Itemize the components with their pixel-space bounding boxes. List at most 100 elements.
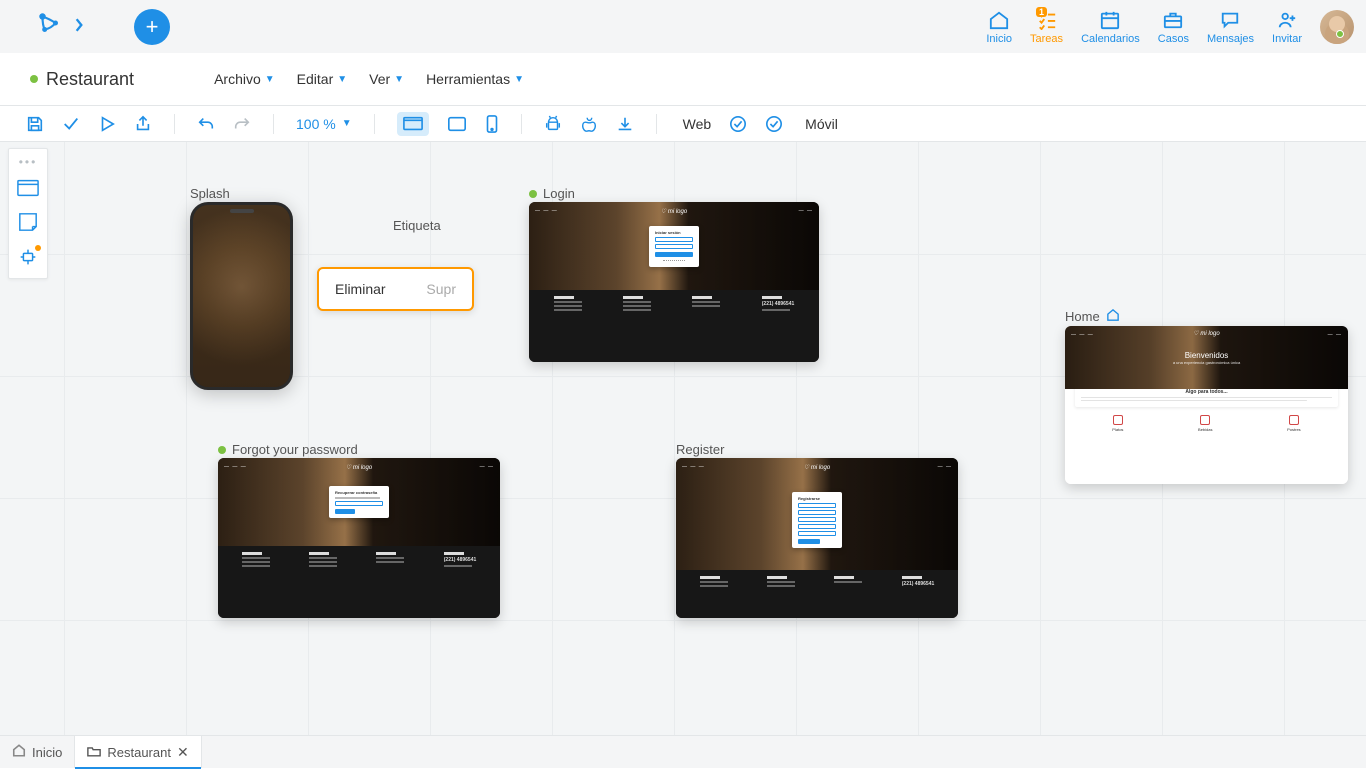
screen-label-login[interactable]: Login <box>529 186 575 201</box>
nav-invitar[interactable]: Invitar <box>1272 9 1302 45</box>
status-dot-icon <box>529 190 537 198</box>
nav-calendarios-label: Calendarios <box>1081 33 1140 45</box>
menu-bar: Archivo▼ Editar▼ Ver▼ Herramientas▼ <box>214 71 524 87</box>
nav-casos-label: Casos <box>1158 33 1189 45</box>
doc-status-dot <box>30 75 38 83</box>
app-bar: + Inicio 1 Tareas Calendarios Casos Mens… <box>0 0 1366 53</box>
palette-note-button[interactable] <box>18 212 38 237</box>
splash-preview <box>193 205 290 387</box>
home-preview: ♡ mi logo — — — — — Bienvenidos a una ex… <box>1065 326 1348 484</box>
top-nav: Inicio 1 Tareas Calendarios Casos Mensaj… <box>986 9 1354 45</box>
ctx-eliminar[interactable]: Eliminar Supr <box>319 269 472 309</box>
zoom-dropdown[interactable]: 100 %▼ <box>296 116 352 132</box>
tablet-view-button[interactable] <box>447 116 467 132</box>
zoom-value: 100 % <box>296 116 336 132</box>
separator <box>273 114 274 134</box>
web-mode-label: Web <box>683 116 712 132</box>
tab-restaurant[interactable]: Restaurant ✕ <box>75 736 201 768</box>
presence-dot <box>1336 30 1344 38</box>
ctx-eliminar-shortcut: Supr <box>426 281 456 297</box>
undo-button[interactable] <box>197 115 215 133</box>
new-button[interactable]: + <box>134 9 170 45</box>
play-button[interactable] <box>98 115 116 133</box>
menu-archivo-label: Archivo <box>214 71 261 87</box>
nav-invitar-label: Invitar <box>1272 33 1302 45</box>
palette-flow-button[interactable] <box>17 247 39 272</box>
screen-label-splash[interactable]: Splash <box>190 186 230 201</box>
tool-palette: ••• <box>8 148 48 279</box>
separator <box>374 114 375 134</box>
folder-tab-icon <box>87 745 101 760</box>
home-icon-platos: Platos <box>1112 427 1123 432</box>
nav-mensajes-label: Mensajes <box>1207 33 1254 45</box>
nav-calendarios[interactable]: Calendarios <box>1081 9 1140 45</box>
screen-label-forgot[interactable]: Forgot your password <box>218 442 358 457</box>
tab-inicio[interactable]: Inicio <box>0 736 75 768</box>
nav-inicio-label: Inicio <box>986 33 1012 45</box>
avatar-wrap[interactable] <box>1320 10 1354 44</box>
expand-sidebar-icon[interactable] <box>74 16 84 37</box>
register-label-text: Register <box>676 442 724 457</box>
save-button[interactable] <box>26 115 44 133</box>
bottom-tabs: Inicio Restaurant ✕ <box>0 735 1366 768</box>
android-button[interactable] <box>544 115 562 133</box>
login-modal-title: Iniciar sesión <box>655 230 693 235</box>
register-footer-phone: (221) 4896541 <box>902 581 935 587</box>
home-card-title: Algo para todos... <box>1081 389 1332 395</box>
tab-inicio-label: Inicio <box>32 745 62 760</box>
redo-button[interactable] <box>233 115 251 133</box>
share-button[interactable] <box>134 115 152 133</box>
nav-casos[interactable]: Casos <box>1158 9 1189 45</box>
tareas-badge: 1 <box>1036 7 1047 17</box>
home-label-text: Home <box>1065 309 1100 324</box>
doc-title[interactable]: Restaurant <box>46 69 134 90</box>
movil-check-icon[interactable] <box>765 115 783 133</box>
screen-splash[interactable] <box>190 202 293 390</box>
check-button[interactable] <box>62 115 80 133</box>
menu-herramientas[interactable]: Herramientas▼ <box>426 71 524 87</box>
login-footer-phone: (221) 4896541 <box>762 301 795 307</box>
menu-editar-label: Editar <box>297 71 334 87</box>
download-button[interactable] <box>616 115 634 133</box>
screen-label-register[interactable]: Register <box>676 442 724 457</box>
nav-tareas-label: Tareas <box>1030 33 1063 45</box>
forgot-footer-phone: (221) 4896541 <box>444 557 477 563</box>
apple-button[interactable] <box>580 115 598 133</box>
web-check-icon[interactable] <box>729 115 747 133</box>
nav-mensajes[interactable]: Mensajes <box>1207 9 1254 45</box>
menu-ver-label: Ver <box>369 71 390 87</box>
canvas[interactable]: Splash Login ♡ mi logo — — — — — Iniciar… <box>0 142 1366 735</box>
tab-close-icon[interactable]: ✕ <box>177 744 189 761</box>
screen-register[interactable]: ♡ mi logo — — — — — Registrarse (221) 48… <box>676 458 958 618</box>
screen-home[interactable]: ♡ mi logo — — — — — Bienvenidos a una ex… <box>1065 326 1348 484</box>
screen-label-home[interactable]: Home <box>1065 309 1120 324</box>
invite-icon <box>1276 9 1298 31</box>
screen-forgot[interactable]: ♡ mi logo — — — — — Recuperar contraseña… <box>218 458 500 618</box>
desktop-view-button[interactable] <box>397 112 429 136</box>
nav-tareas[interactable]: 1 Tareas <box>1030 9 1063 45</box>
chat-icon <box>1219 9 1241 31</box>
nav-inicio[interactable]: Inicio <box>986 9 1012 45</box>
home-hero-subtitle: a una experiencia gastronómica única <box>1173 360 1240 365</box>
forgot-label-text: Forgot your password <box>232 442 358 457</box>
palette-browser-button[interactable] <box>17 179 39 202</box>
separator <box>174 114 175 134</box>
register-preview: ♡ mi logo — — — — — Registrarse (221) 48… <box>676 458 958 618</box>
separator <box>656 114 657 134</box>
menu-editar[interactable]: Editar▼ <box>297 71 347 87</box>
context-label: Etiqueta <box>393 218 441 233</box>
home-icon-bebidas: Bebidas <box>1198 427 1212 432</box>
separator <box>521 114 522 134</box>
calendar-icon <box>1099 9 1121 31</box>
screen-login[interactable]: ♡ mi logo — — — — — Iniciar sesión (221)… <box>529 202 819 362</box>
menu-herramientas-label: Herramientas <box>426 71 510 87</box>
menu-archivo[interactable]: Archivo▼ <box>214 71 275 87</box>
ctx-eliminar-label: Eliminar <box>335 281 386 297</box>
menu-ver[interactable]: Ver▼ <box>369 71 404 87</box>
movil-mode-label: Móvil <box>805 116 838 132</box>
home-icon <box>988 9 1010 31</box>
mobile-view-button[interactable] <box>485 115 499 133</box>
home-outline-icon <box>1106 309 1120 324</box>
palette-grip-icon[interactable]: ••• <box>19 155 38 169</box>
doc-header: Restaurant Archivo▼ Editar▼ Ver▼ Herrami… <box>0 53 1366 106</box>
